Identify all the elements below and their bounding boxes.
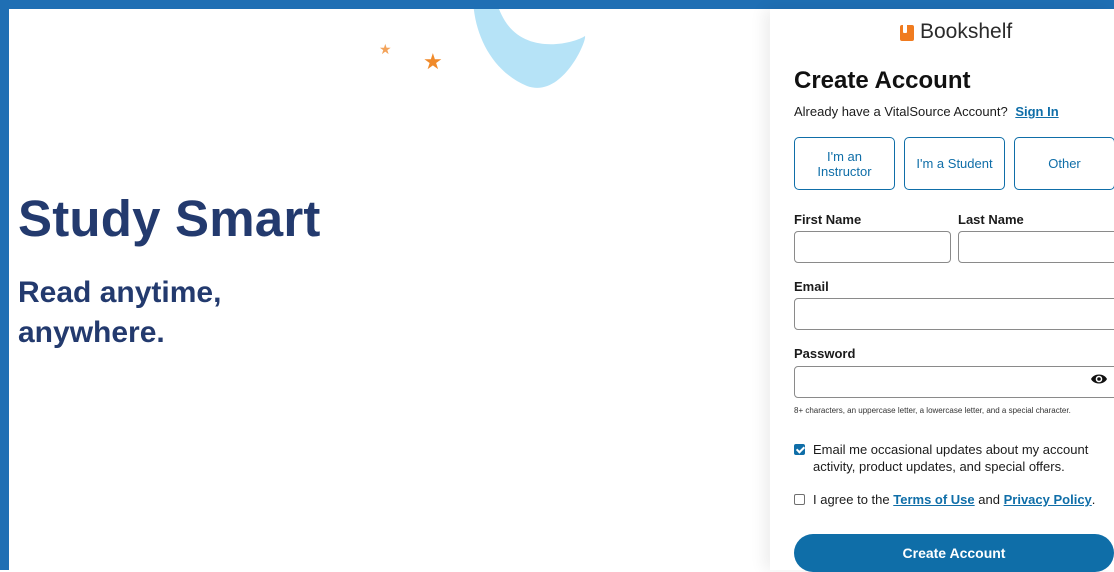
- create-account-panel: Bookshelf Create Account Already have a …: [770, 9, 1114, 572]
- password-hint: 8+ characters, an uppercase letter, a lo…: [794, 406, 1071, 415]
- star-icon: ★: [423, 49, 443, 74]
- email-input[interactable]: [794, 298, 1114, 330]
- star-icon: ★: [379, 41, 392, 57]
- terms-suffix: .: [1091, 492, 1096, 507]
- hero-title: Study Smart: [18, 190, 321, 247]
- last-name-input[interactable]: [958, 231, 1114, 263]
- role-selector: I'm an Instructor I'm a Student Other: [794, 137, 1114, 190]
- first-name-label: First Name: [794, 212, 862, 227]
- hero-subtitle: Read anytime, anywhere.: [18, 276, 222, 349]
- terms-row: I agree to the Terms of Use and Privacy …: [794, 491, 1114, 508]
- signin-prompt: Already have a VitalSource Account?: [794, 104, 1008, 119]
- terms-prefix: I agree to the: [813, 492, 890, 507]
- updates-row: Email me occasional updates about my acc…: [794, 441, 1094, 475]
- updates-label: Email me occasional updates about my acc…: [813, 442, 1089, 474]
- create-account-button[interactable]: Create Account: [794, 534, 1114, 572]
- signin-row: Already have a VitalSource Account? Sign…: [794, 104, 1059, 119]
- updates-checkbox[interactable]: [794, 444, 805, 455]
- eye-icon[interactable]: [1090, 372, 1108, 386]
- terms-checkbox[interactable]: [794, 494, 805, 505]
- terms-and: and: [978, 492, 1000, 507]
- first-name-input[interactable]: [794, 231, 951, 263]
- hero-panel: ★ ★ Study Smart Read anytime, anywhere.: [9, 9, 769, 570]
- role-instructor-button[interactable]: I'm an Instructor: [794, 137, 895, 190]
- password-input[interactable]: [794, 366, 1114, 398]
- signin-link[interactable]: Sign In: [1015, 104, 1058, 119]
- terms-of-use-link[interactable]: Terms of Use: [893, 492, 974, 507]
- privacy-policy-link[interactable]: Privacy Policy: [1004, 492, 1092, 507]
- email-label: Email: [794, 279, 829, 294]
- bookshelf-logo-icon: [900, 23, 914, 41]
- moon-icon: [473, 9, 586, 88]
- password-label: Password: [794, 346, 856, 361]
- form-title: Create Account: [794, 67, 971, 94]
- last-name-label: Last Name: [958, 212, 1024, 227]
- role-other-button[interactable]: Other: [1014, 137, 1114, 190]
- terms-text: I agree to the Terms of Use and Privacy …: [813, 491, 1095, 508]
- role-student-button[interactable]: I'm a Student: [904, 137, 1005, 190]
- brand-name: Bookshelf: [920, 20, 1013, 43]
- brand: Bookshelf: [900, 19, 1012, 45]
